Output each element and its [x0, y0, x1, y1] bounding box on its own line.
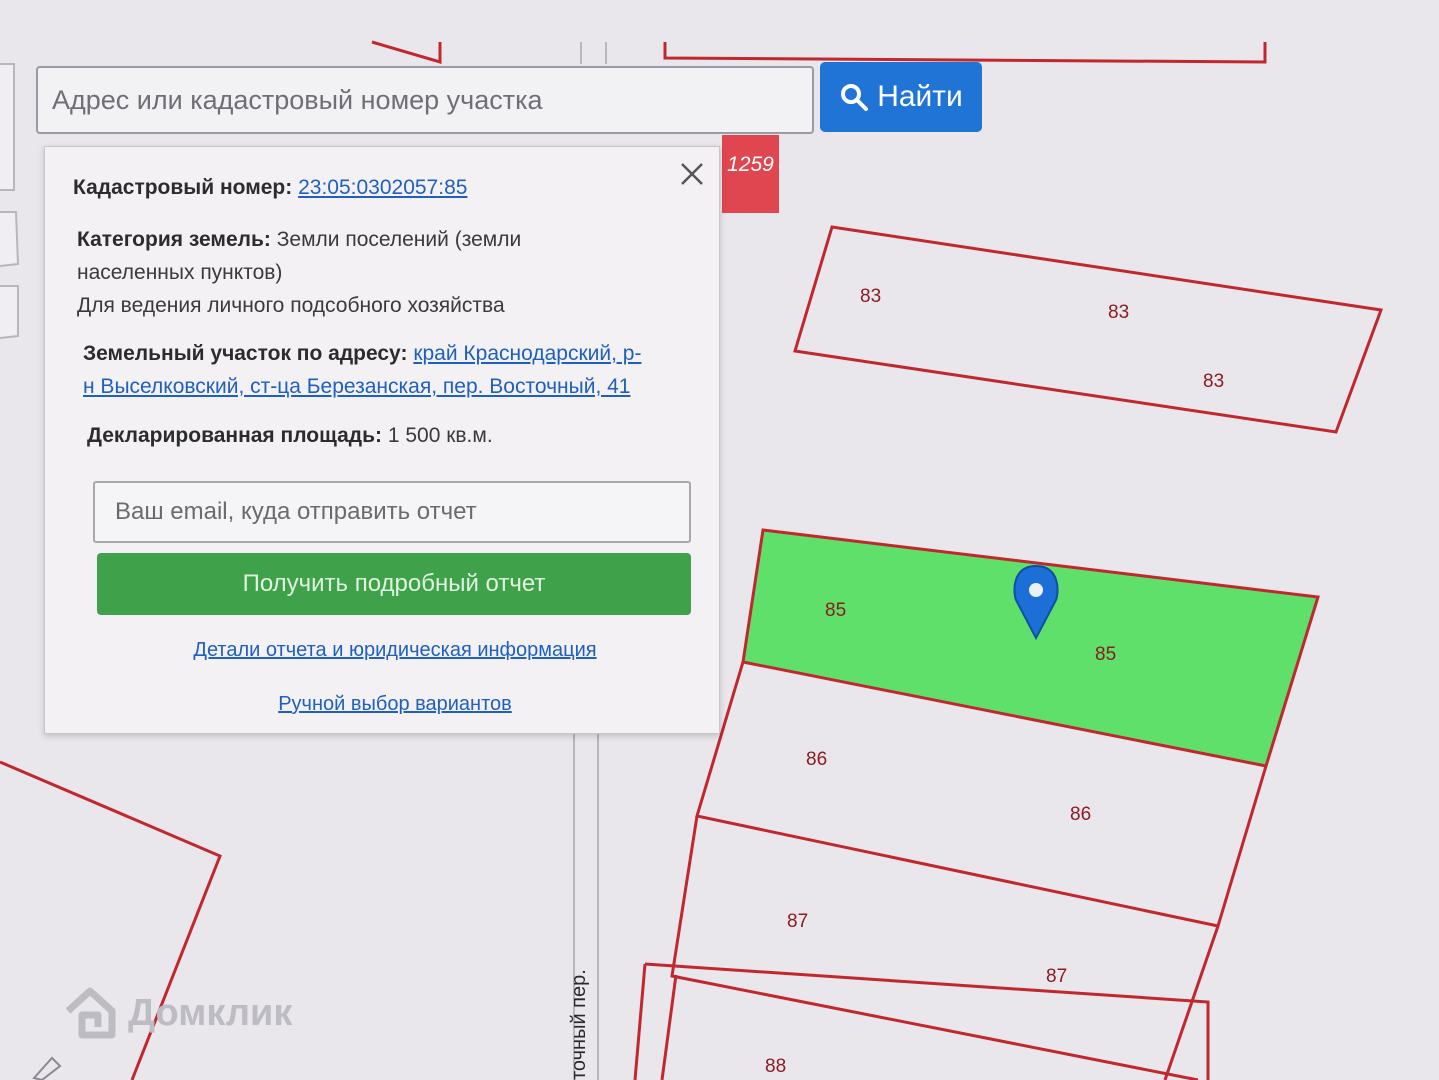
parcel-label-85: 85	[1095, 644, 1116, 665]
land-category-label: Категория земель:	[77, 228, 271, 251]
side-tab-3[interactable]	[0, 285, 19, 339]
cadastral-number-link[interactable]: 23:05:0302057:85	[298, 176, 467, 199]
side-tab-2[interactable]	[0, 211, 20, 267]
land-usage: Для ведения личного подсобного хозяйства	[77, 294, 505, 317]
get-report-button[interactable]: Получить подробный отчет	[97, 553, 691, 615]
parcel-label-83: 83	[860, 286, 881, 307]
address-row: Земельный участок по адресу: край Красно…	[83, 337, 703, 403]
search-button-label: Найти	[877, 80, 963, 113]
address-link-cont[interactable]: н Выселковский, ст-ца Березанская, пер. …	[83, 375, 630, 398]
email-field[interactable]	[93, 481, 691, 543]
parcel-info-panel: Кадастровый номер: 23:05:0302057:85 Кате…	[44, 146, 720, 734]
area-value: 1 500 кв.м.	[387, 424, 493, 447]
manual-selection-link[interactable]: Ручной выбор вариантов	[85, 693, 705, 716]
area-row: Декларированная площадь: 1 500 кв.м.	[87, 419, 493, 452]
search-input[interactable]	[36, 66, 814, 134]
address-link[interactable]: край Краснодарский, р-	[413, 342, 641, 365]
parcel-label-83: 83	[1203, 371, 1224, 392]
address-label: Земельный участок по адресу:	[83, 342, 408, 365]
parcel-label-87: 87	[1046, 966, 1067, 987]
cadastral-number-label: Кадастровый номер:	[73, 176, 293, 199]
parcel-label-87: 87	[787, 911, 808, 932]
report-details-link[interactable]: Детали отчета и юридическая информация	[85, 639, 705, 662]
parcel-label-85: 85	[825, 600, 846, 621]
parcel-label-86: 86	[806, 749, 827, 770]
close-icon[interactable]	[677, 159, 707, 189]
search-icon	[841, 84, 869, 111]
parcel-label-83: 83	[1108, 302, 1129, 323]
land-category-row: Категория земель: Земли поселений (земли…	[77, 223, 677, 322]
street-label: точный пер.	[568, 969, 590, 1080]
area-label: Декларированная площадь:	[87, 424, 382, 447]
land-category-value: Земли поселений (земли	[276, 228, 522, 251]
watermark-text: Домклик	[128, 991, 293, 1034]
land-category-value-cont: населенных пунктов)	[77, 261, 283, 284]
domclick-watermark: Домклик	[62, 985, 292, 1041]
parcel-number-badge[interactable]: 1259	[722, 135, 779, 213]
parcel-label-86: 86	[1070, 804, 1091, 825]
side-tab-1[interactable]	[0, 63, 15, 191]
house-logo-icon	[65, 987, 116, 1039]
parcel-label-88: 88	[765, 1056, 786, 1077]
cadastral-number-row: Кадастровый номер: 23:05:0302057:85	[73, 171, 467, 204]
search-button[interactable]: Найти	[820, 62, 982, 132]
